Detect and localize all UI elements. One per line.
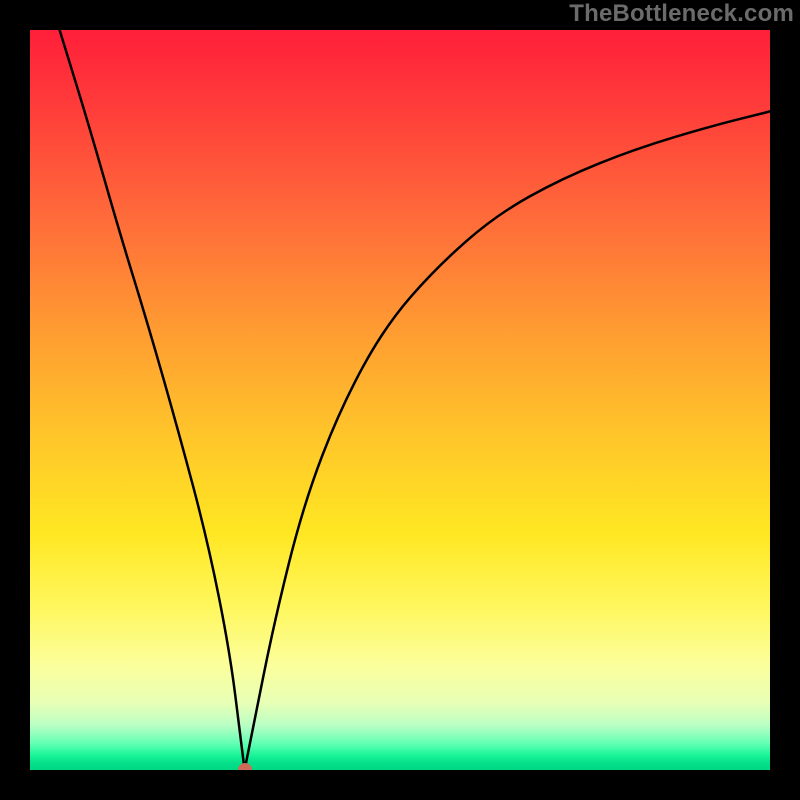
chart-wrapper: TheBottleneck.com <box>0 0 800 800</box>
bottleneck-curve <box>30 30 770 770</box>
minimum-marker-dot <box>238 763 252 770</box>
curve-right-branch <box>245 111 770 770</box>
plot-area <box>30 30 770 770</box>
watermark-text: TheBottleneck.com <box>569 0 794 28</box>
curve-left-branch <box>60 30 245 770</box>
